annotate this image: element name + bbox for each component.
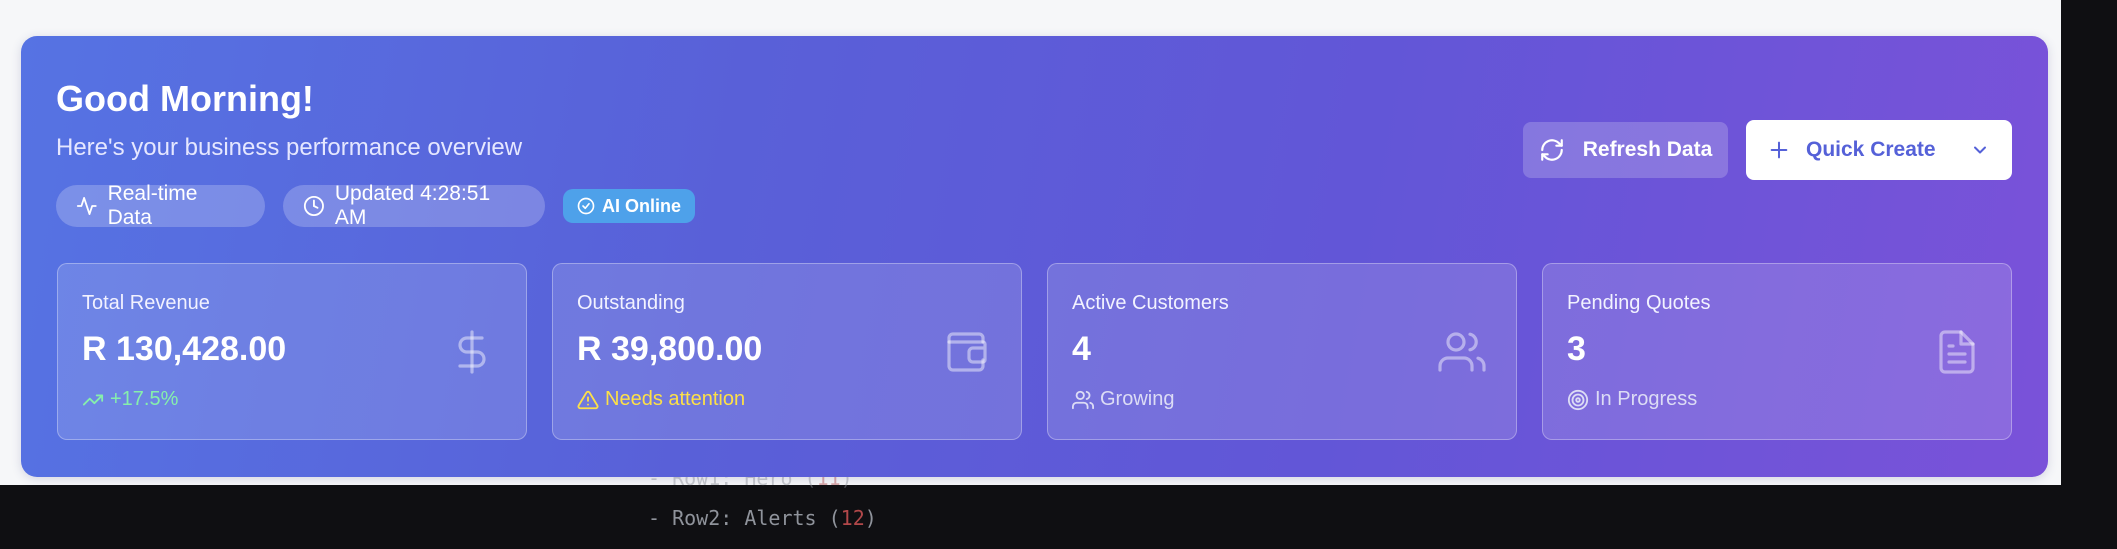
stat-status: In Progress [1567,388,1697,411]
stat-value: R 39,800.00 [577,330,763,368]
stat-value: 3 [1567,330,1586,368]
quick-create-label: Quick Create [1806,138,1936,161]
chevron-down-icon[interactable] [1970,140,1990,160]
refresh-icon [1540,139,1563,161]
wallet-icon [947,332,987,372]
clock-icon [303,195,324,217]
stat-label: Pending Quotes [1567,292,1711,314]
realtime-chip: Real-time Data [56,182,265,229]
stat-value: R 130,428.00 [82,330,287,368]
stat-card-pending-quotes[interactable]: Pending Quotes 3 In Progress [1542,263,2012,440]
hero-subtitle: Here's your business performance overvie… [56,134,523,161]
stat-trend-label: +17.5% [110,388,179,410]
stat-status-label: Growing [1100,388,1175,410]
document-icon [1939,330,1975,374]
warning-icon [577,390,599,409]
stat-label: Active Customers [1072,292,1229,314]
stat-status-label: In Progress [1595,388,1698,410]
realtime-chip-label: Real-time Data [107,182,198,229]
stat-card-total-revenue[interactable]: Total Revenue R 130,428.00 +17.5% [57,263,527,440]
code-line-2: - Row2: Alerts (12) [648,506,877,530]
code-overlay [0,485,2117,549]
hero-banner: Good Morning! Here's your business perfo… [21,36,2048,477]
greeting-title: Good Morning! [56,78,314,119]
refresh-data-label: Refresh Data [1582,138,1713,161]
updated-chip: Updated 4:28:51 AM [283,182,545,229]
plus-icon [1770,141,1788,159]
users-icon [1438,332,1486,372]
check-circle-icon [577,197,595,215]
updated-chip-label: Updated 4:28:51 AM [334,182,491,229]
quick-create-button[interactable]: Quick Create [1746,120,2012,180]
stat-value: 4 [1072,330,1091,368]
ai-status-label: AI Online [602,195,682,216]
stat-label: Total Revenue [82,292,210,314]
stat-label: Outstanding [577,292,685,314]
activity-icon [76,197,97,215]
ai-status-badge: AI Online [563,189,695,223]
target-icon [1567,389,1589,410]
stat-status-label: Needs attention [605,388,746,410]
stat-card-outstanding[interactable]: Outstanding R 39,800.00 Needs attention [552,263,1022,440]
users-icon [1072,390,1094,409]
stat-status: Needs attention [577,388,745,411]
stat-status: Growing [1072,388,1174,411]
stat-trend: +17.5% [82,388,178,411]
trending-up-icon [82,394,104,405]
stat-card-active-customers[interactable]: Active Customers 4 Growing [1047,263,1517,440]
dollar-icon [458,330,486,374]
refresh-data-button[interactable]: Refresh Data [1523,122,1728,178]
